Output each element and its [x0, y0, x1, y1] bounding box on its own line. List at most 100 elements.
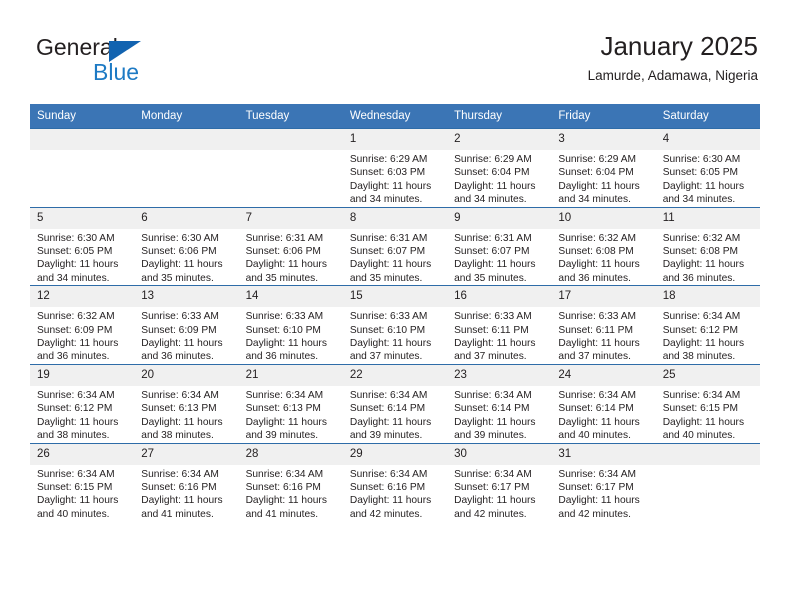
calendar-day-cell[interactable]: 3 Sunrise: 6:29 AM Sunset: 6:04 PM Daylight…	[551, 128, 656, 208]
daylight-text-line2: and 42 minutes.	[454, 508, 527, 520]
day-number: 16	[447, 286, 552, 308]
calendar-day-cell[interactable]: 7 Sunrise: 6:31 AM Sunset: 6:06 PM Daylight…	[238, 206, 343, 286]
calendar-day-cell[interactable]: 10 Sunrise: 6:32 AM Sunset: 6:08 PM Dayligh…	[551, 206, 656, 286]
calendar-day-cell[interactable]: 2 Sunrise: 6:29 AM Sunset: 6:04 PM Daylight…	[447, 128, 552, 208]
calendar-day-cell[interactable]: 31 Sunrise: 6:34 AM Sunset: 6:17 PM Dayligh…	[551, 442, 656, 522]
day-number	[655, 443, 760, 465]
sunrise-text: Sunrise: 6:34 AM	[245, 389, 324, 401]
calendar-day-cell[interactable]: 8 Sunrise: 6:31 AM Sunset: 6:07 PM Daylight…	[342, 206, 448, 286]
day-number: 9	[447, 207, 552, 229]
daylight-text-line2: and 39 minutes.	[349, 430, 423, 442]
daylight-text-line1: Daylight: 11 hours	[558, 495, 640, 507]
calendar-week-row: 1 Sunrise: 6:29 AM Sunset: 6:03 PM Daylight…	[30, 128, 760, 208]
day-details: Sunrise: 6:34 AM Sunset: 6:16 PM Daylight:…	[239, 465, 343, 522]
sunset-text: Sunset: 6:16 PM	[349, 481, 426, 493]
calendar-day-cell[interactable]: 29 Sunrise: 6:34 AM Sunset: 6:16 PM Dayligh…	[342, 442, 448, 522]
sunrise-text: Sunrise: 6:34 AM	[141, 468, 219, 480]
daylight-text-line2: and 37 minutes.	[558, 351, 631, 363]
day-number: 3	[551, 129, 656, 150]
daylight-text-line1: Daylight: 11 hours	[141, 416, 223, 428]
calendar-day-cell[interactable]: 16 Sunrise: 6:33 AM Sunset: 6:11 PM Dayligh…	[447, 285, 552, 365]
calendar-day-cell[interactable]: 15 Sunrise: 6:33 AM Sunset: 6:10 PM Dayligh…	[342, 285, 448, 365]
sunset-text: Sunset: 6:16 PM	[141, 481, 217, 493]
daylight-text-line1: Daylight: 11 hours	[141, 338, 223, 350]
sunrise-text: Sunrise: 6:34 AM	[37, 468, 115, 480]
sunset-text: Sunset: 6:07 PM	[349, 246, 426, 258]
sunset-text: Sunset: 6:12 PM	[37, 403, 113, 415]
sunrise-text: Sunrise: 6:32 AM	[662, 232, 741, 244]
daylight-text-line2: and 36 minutes.	[245, 351, 319, 363]
weekday-header-saturday: Saturday	[655, 104, 760, 129]
calendar-grid: Sunday Monday Tuesday Wednesday Thursday…	[30, 104, 760, 522]
calendar-day-cell[interactable]: 4 Sunrise: 6:30 AM Sunset: 6:05 PM Daylight…	[655, 128, 760, 208]
calendar-day-cell[interactable]: 14 Sunrise: 6:33 AM Sunset: 6:10 PM Dayligh…	[238, 285, 343, 365]
calendar-day-cell[interactable]: 18 Sunrise: 6:34 AM Sunset: 6:12 PM Dayligh…	[655, 285, 760, 365]
day-details: Sunrise: 6:34 AM Sunset: 6:14 PM Daylight:…	[551, 386, 655, 443]
calendar-day-cell[interactable]: 26 Sunrise: 6:34 AM Sunset: 6:15 PM Dayligh…	[30, 442, 135, 522]
sunrise-text: Sunrise: 6:29 AM	[454, 154, 532, 165]
calendar-day-cell[interactable]: 20 Sunrise: 6:34 AM Sunset: 6:13 PM Dayligh…	[134, 363, 239, 443]
day-number: 26	[30, 443, 135, 465]
calendar-day-cell[interactable]: 11 Sunrise: 6:32 AM Sunset: 6:08 PM Dayligh…	[655, 206, 760, 286]
sunset-text: Sunset: 6:09 PM	[141, 324, 217, 336]
sunset-text: Sunset: 6:10 PM	[245, 324, 321, 336]
sunset-text: Sunset: 6:07 PM	[454, 246, 530, 258]
sunset-text: Sunset: 6:11 PM	[454, 324, 529, 336]
calendar-day-cell[interactable]: 25 Sunrise: 6:34 AM Sunset: 6:15 PM Dayligh…	[655, 363, 760, 443]
calendar-day-cell[interactable]: 19 Sunrise: 6:34 AM Sunset: 6:12 PM Dayligh…	[30, 363, 135, 443]
calendar-week-row: 12 Sunrise: 6:32 AM Sunset: 6:09 PM Dayligh…	[30, 285, 760, 365]
calendar-day-cell[interactable]: 5 Sunrise: 6:30 AM Sunset: 6:05 PM Daylight…	[30, 206, 135, 286]
calendar-day-cell[interactable]: 23 Sunrise: 6:34 AM Sunset: 6:14 PM Dayligh…	[447, 363, 552, 443]
weekday-header-wednesday: Wednesday	[342, 104, 448, 129]
calendar-day-cell[interactable]: 28 Sunrise: 6:34 AM Sunset: 6:16 PM Dayligh…	[238, 442, 343, 522]
day-number: 23	[447, 364, 552, 386]
calendar-day-cell[interactable]: 30 Sunrise: 6:34 AM Sunset: 6:17 PM Dayligh…	[447, 442, 552, 522]
calendar-empty-cell	[134, 128, 239, 208]
day-details: Sunrise: 6:33 AM Sunset: 6:11 PM Daylight:…	[447, 307, 551, 364]
weekday-header-friday: Friday	[551, 104, 656, 129]
general-blue-logo[interactable]: General Blue	[36, 34, 216, 86]
day-details: Sunrise: 6:33 AM Sunset: 6:10 PM Daylight:…	[343, 307, 447, 364]
daylight-text-line1: Daylight: 11 hours	[245, 338, 327, 350]
day-details: Sunrise: 6:31 AM Sunset: 6:07 PM Daylight:…	[447, 229, 551, 286]
day-details: Sunrise: 6:33 AM Sunset: 6:09 PM Daylight:…	[134, 307, 238, 364]
daylight-text-line2: and 36 minutes.	[662, 272, 736, 284]
sunrise-text: Sunrise: 6:32 AM	[37, 311, 115, 323]
daylight-text-line1: Daylight: 11 hours	[662, 259, 745, 271]
day-details: Sunrise: 6:31 AM Sunset: 6:07 PM Daylight:…	[343, 229, 447, 286]
calendar-day-cell[interactable]: 12 Sunrise: 6:32 AM Sunset: 6:09 PM Dayligh…	[30, 285, 135, 365]
daylight-text-line2: and 37 minutes.	[454, 351, 527, 363]
weekday-header-monday: Monday	[134, 104, 239, 129]
day-number: 18	[655, 286, 760, 308]
daylight-text-line2: and 36 minutes.	[37, 351, 110, 363]
day-number: 7	[238, 207, 343, 229]
sunset-text: Sunset: 6:15 PM	[37, 481, 113, 493]
day-details: Sunrise: 6:34 AM Sunset: 6:13 PM Daylight:…	[134, 386, 238, 443]
calendar-day-cell[interactable]: 1 Sunrise: 6:29 AM Sunset: 6:03 PM Daylight…	[342, 128, 448, 208]
sunset-text: Sunset: 6:14 PM	[349, 403, 426, 415]
sunrise-text: Sunrise: 6:31 AM	[245, 232, 324, 244]
sunrise-text: Sunrise: 6:30 AM	[662, 154, 741, 165]
daylight-text-line2: and 35 minutes.	[141, 272, 214, 284]
calendar-day-cell[interactable]: 27 Sunrise: 6:34 AM Sunset: 6:16 PM Dayligh…	[134, 442, 239, 522]
logo-text-general: General	[36, 34, 118, 60]
calendar-day-cell[interactable]: 17 Sunrise: 6:33 AM Sunset: 6:11 PM Dayligh…	[551, 285, 656, 365]
day-details: Sunrise: 6:29 AM Sunset: 6:04 PM Daylight:…	[447, 150, 551, 207]
calendar-day-cell[interactable]: 24 Sunrise: 6:34 AM Sunset: 6:14 PM Dayligh…	[551, 363, 656, 443]
sunset-text: Sunset: 6:09 PM	[37, 324, 113, 336]
sunset-text: Sunset: 6:16 PM	[245, 481, 321, 493]
calendar-day-cell[interactable]: 13 Sunrise: 6:33 AM Sunset: 6:09 PM Dayligh…	[134, 285, 239, 365]
day-details: Sunrise: 6:34 AM Sunset: 6:14 PM Daylight:…	[447, 386, 551, 443]
calendar-day-cell[interactable]: 6 Sunrise: 6:30 AM Sunset: 6:06 PM Daylight…	[134, 206, 239, 286]
sunrise-text: Sunrise: 6:34 AM	[662, 389, 741, 401]
day-number: 29	[342, 443, 448, 465]
daylight-text-line1: Daylight: 11 hours	[37, 495, 119, 507]
calendar-body: 1 Sunrise: 6:29 AM Sunset: 6:03 PM Daylight…	[30, 128, 760, 522]
day-number: 11	[655, 207, 760, 229]
day-number: 15	[342, 286, 448, 308]
calendar-day-cell[interactable]: 22 Sunrise: 6:34 AM Sunset: 6:14 PM Dayligh…	[342, 363, 448, 443]
calendar-day-cell[interactable]: 21 Sunrise: 6:34 AM Sunset: 6:13 PM Dayligh…	[238, 363, 343, 443]
calendar-day-cell[interactable]: 9 Sunrise: 6:31 AM Sunset: 6:07 PM Daylight…	[447, 206, 552, 286]
day-details: Sunrise: 6:34 AM Sunset: 6:13 PM Daylight:…	[239, 386, 343, 443]
weekday-header-row: Sunday Monday Tuesday Wednesday Thursday…	[30, 104, 760, 129]
